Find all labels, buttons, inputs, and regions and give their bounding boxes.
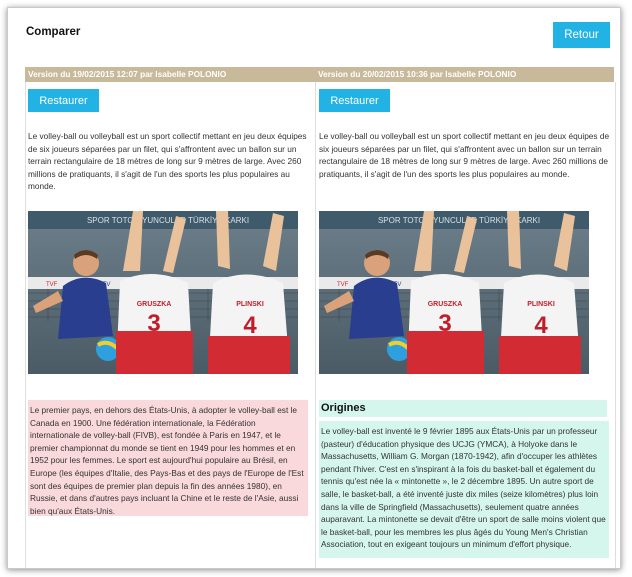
jersey-name-right: PLINSKI bbox=[236, 301, 264, 308]
volleyball-photo: SPOR TOTO ÖYUNCULAR TÜRKİYE KARKI TVF CE… bbox=[319, 211, 589, 374]
volleyball-photo: SPOR TOTO ÖYUNCULAR TÜRKİYE KARKI TVF CE… bbox=[28, 211, 298, 374]
jersey-name-left: GRUSZKA bbox=[428, 301, 463, 308]
versions-header: Version du 19/02/2015 12:07 par Isabelle… bbox=[25, 67, 614, 82]
right-intro-paragraph: Le volley-ball ou volleyball est un spor… bbox=[319, 131, 610, 179]
left-version-header: Version du 19/02/2015 12:07 par Isabelle… bbox=[28, 69, 227, 79]
added-block: Le volley-ball est inventé le 9 février … bbox=[319, 421, 609, 558]
ad-tvf: TVF bbox=[337, 282, 349, 288]
left-intro-paragraph: Le volley-ball ou volleyball est un spor… bbox=[28, 131, 307, 192]
added-paragraph: Le volley-ball est inventé le 9 février … bbox=[321, 426, 606, 550]
restore-left-button[interactable]: Restaurer bbox=[28, 89, 99, 112]
ad-tvf: TVF bbox=[46, 282, 58, 288]
added-heading: Origines bbox=[319, 400, 607, 417]
removed-paragraph: Le premier pays, en dehors des États-Uni… bbox=[30, 405, 304, 516]
jersey-name-right: PLINSKI bbox=[527, 301, 555, 308]
restore-right-button[interactable]: Restaurer bbox=[319, 89, 390, 112]
jersey-number-right: 4 bbox=[243, 312, 257, 339]
left-version-column: Restaurer Le volley-ball ou volleyball e… bbox=[25, 82, 316, 568]
dialog-title: Comparer bbox=[26, 26, 81, 38]
right-version-column: Restaurer Le volley-ball ou volleyball e… bbox=[315, 82, 616, 568]
jersey-name-left: GRUSZKA bbox=[137, 301, 172, 308]
jersey-number-right: 4 bbox=[534, 312, 548, 339]
removed-block: Le premier pays, en dehors des États-Uni… bbox=[28, 400, 308, 516]
jersey-number-left: 3 bbox=[147, 310, 160, 337]
compare-dialog: Comparer Retour Version du 19/02/2015 12… bbox=[7, 7, 621, 569]
retour-button[interactable]: Retour bbox=[553, 22, 610, 48]
jersey-number-left: 3 bbox=[438, 310, 451, 337]
right-version-header: Version du 20/02/2015 10:36 par Isabelle… bbox=[318, 69, 517, 79]
